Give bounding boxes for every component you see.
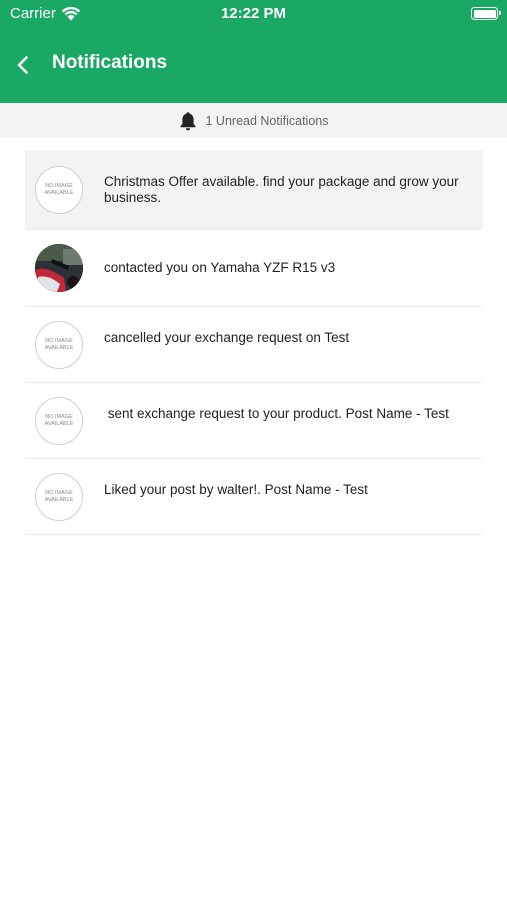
notification-text: cancelled your exchange request on Test (104, 330, 350, 345)
header: Carrier 12:22 PM Notifications (0, 0, 507, 103)
status-time: 12:22 PM (220, 5, 287, 22)
page-title: Notifications (52, 52, 168, 73)
notification-list: NO IMAGE AVAILABLE Christmas Offer avail… (25, 150, 483, 535)
no-image-avatar: NO IMAGE AVAILABLE (35, 472, 83, 521)
avatar-placeholder-text: NO IMAGE AVAILABLE (44, 489, 74, 503)
notification-item[interactable]: NO IMAGE AVAILABLE sent exchange request… (25, 383, 483, 459)
battery-icon (471, 7, 501, 20)
notification-item[interactable]: contacted you on Yamaha YZF R15 v3 (25, 230, 483, 307)
no-image-avatar: NO IMAGE AVAILABLE (35, 165, 83, 214)
avatar-placeholder-text: NO IMAGE AVAILABLE (44, 182, 74, 196)
user-avatar-photo (35, 244, 83, 292)
unread-count-bar: 1 Unread Notifications (0, 103, 507, 138)
notification-text: Christmas Offer available. find your pac… (104, 173, 459, 205)
avatar-placeholder-text: NO IMAGE AVAILABLE (44, 337, 74, 351)
bell-icon (179, 111, 197, 131)
back-button[interactable] (6, 48, 40, 82)
notification-text: Liked your post by walter!. Post Name - … (104, 482, 368, 497)
unread-count-text: 1 Unread Notifications (205, 113, 329, 128)
no-image-avatar: NO IMAGE AVAILABLE (35, 396, 83, 445)
no-image-avatar: NO IMAGE AVAILABLE (35, 320, 83, 369)
notification-item[interactable]: NO IMAGE AVAILABLE cancelled your exchan… (25, 307, 483, 383)
nav-bar: Notifications (0, 40, 507, 90)
notification-text: sent exchange request to your product. P… (104, 406, 449, 421)
chevron-left-icon (17, 56, 28, 74)
notification-item[interactable]: NO IMAGE AVAILABLE Christmas Offer avail… (25, 150, 483, 230)
notification-item[interactable]: NO IMAGE AVAILABLE Liked your post by wa… (25, 459, 483, 535)
avatar-placeholder-text: NO IMAGE AVAILABLE (44, 413, 74, 427)
status-bar: Carrier 12:22 PM (0, 0, 507, 28)
notification-text: contacted you on Yamaha YZF R15 v3 (104, 260, 336, 275)
